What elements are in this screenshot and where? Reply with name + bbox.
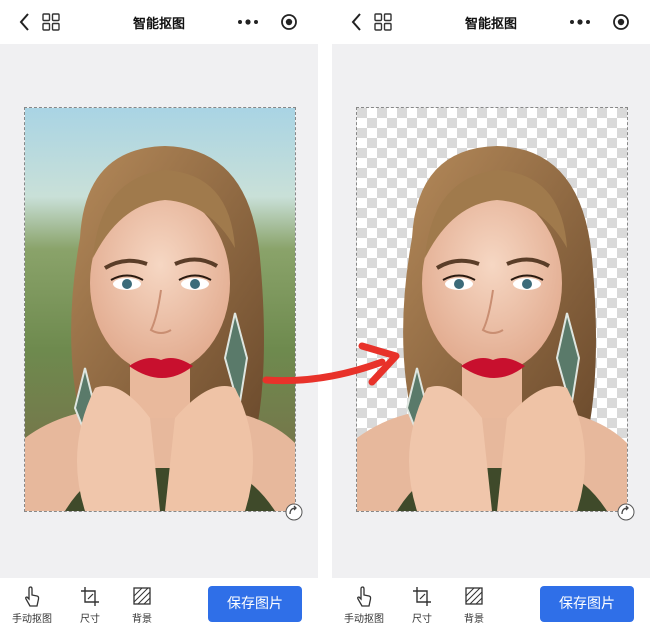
portrait-photo <box>25 108 295 511</box>
bottom-toolbar: 手动抠图 尺寸 背景 保存图片 <box>332 578 650 630</box>
target-icon[interactable] <box>280 13 298 31</box>
crop-icon <box>81 587 99 606</box>
nav-bar: 智能抠图 <box>0 0 318 44</box>
mini-program-capsule <box>228 8 304 36</box>
tool-label: 背景 <box>132 614 152 625</box>
save-image-button[interactable]: 保存图片 <box>208 586 302 622</box>
screen-cutout: 智能抠图 手动抠图 尺寸 背景 保存图片 <box>332 0 650 630</box>
tool-size[interactable]: 尺寸 <box>398 586 446 626</box>
photo-canvas[interactable] <box>24 107 296 512</box>
tool-background[interactable]: 背景 <box>118 586 166 626</box>
rotate-icon[interactable] <box>285 503 303 521</box>
tool-background[interactable]: 背景 <box>450 586 498 626</box>
hatched-background-icon <box>133 587 151 605</box>
hand-pointer-icon <box>25 586 40 607</box>
tool-label: 手动抠图 <box>12 614 52 625</box>
tool-label: 尺寸 <box>80 614 100 625</box>
tool-label: 背景 <box>464 614 484 625</box>
more-dots-icon[interactable] <box>236 14 260 30</box>
save-image-button[interactable]: 保存图片 <box>540 586 634 622</box>
screen-original: 智能抠图 手动抠图 尺寸 背景 保存图片 <box>0 0 318 630</box>
cutout-photo <box>357 108 627 511</box>
tool-size[interactable]: 尺寸 <box>66 586 114 626</box>
photo-canvas[interactable] <box>356 107 628 512</box>
nav-bar: 智能抠图 <box>332 0 650 44</box>
more-dots-icon[interactable] <box>568 14 592 30</box>
hand-pointer-icon <box>357 586 372 607</box>
tool-label: 尺寸 <box>412 614 432 625</box>
tool-manual-cutout[interactable]: 手动抠图 <box>340 586 388 626</box>
crop-icon <box>413 587 431 606</box>
red-arrow-icon <box>262 342 400 386</box>
tool-label: 手动抠图 <box>344 614 384 625</box>
rotate-icon[interactable] <box>617 503 635 521</box>
tool-manual-cutout[interactable]: 手动抠图 <box>8 586 56 626</box>
bottom-toolbar: 手动抠图 尺寸 背景 保存图片 <box>0 578 318 630</box>
mini-program-capsule <box>560 8 636 36</box>
target-icon[interactable] <box>612 13 630 31</box>
hatched-background-icon <box>465 587 483 605</box>
